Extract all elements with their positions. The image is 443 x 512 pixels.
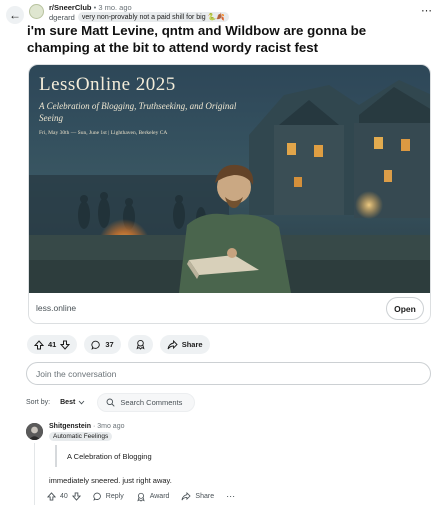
banner-dates: Fri, May 30th — Sun, June 1st | Lighthav… (39, 130, 168, 136)
comment-body: immediately sneered. just right away. (49, 476, 172, 485)
reply-button[interactable]: Reply (93, 492, 124, 501)
comment-action-bar: 40 Reply Award Share ⋯ (47, 491, 236, 502)
award-label: Award (149, 493, 170, 500)
user-flair: very non-provably not a paid shill for b… (77, 12, 229, 22)
downvote-icon[interactable] (60, 340, 71, 350)
comment-composer[interactable]: Join the conversation (26, 362, 431, 385)
banner-title: LessOnline 2025 (39, 74, 176, 95)
banner-subtitle: A Celebration of Blogging, Truthseeking,… (39, 101, 237, 123)
comments-button[interactable]: 37 (84, 335, 121, 354)
award-button[interactable] (127, 335, 153, 354)
search-icon (106, 398, 115, 407)
author-name[interactable]: dgerard (49, 13, 75, 22)
link-bar: less.online Open (29, 293, 430, 323)
comment-vote-count: 40 (60, 493, 68, 500)
comment-bubble-icon (91, 340, 101, 350)
share-label: Share (181, 340, 203, 349)
avatar-portrait-icon (26, 423, 43, 440)
chevron-down-icon (78, 400, 85, 405)
meta-separator: • (93, 3, 97, 12)
comment-quote: A Celebration of Blogging (55, 445, 152, 467)
link-preview-card[interactable]: LessOnline 2025 A Celebration of Bloggin… (28, 64, 431, 324)
back-button[interactable]: ← (6, 6, 24, 24)
composer-placeholder: Join the conversation (36, 368, 117, 379)
comment-share-button[interactable]: Share (181, 492, 214, 501)
post-action-bar: 41 37 Share (27, 335, 210, 354)
share-button[interactable]: Share (159, 335, 210, 354)
award-icon (136, 339, 145, 350)
comment-share-label: Share (195, 493, 215, 500)
sort-label: Sort by: (26, 399, 51, 406)
link-domain[interactable]: less.online (36, 303, 76, 313)
subreddit-avatar[interactable] (29, 4, 44, 19)
subreddit-name[interactable]: r/SneerClub (49, 3, 92, 12)
more-options-icon[interactable]: ⋯ (226, 491, 236, 502)
back-arrow-icon: ← (9, 8, 21, 22)
comment-avatar[interactable] (26, 423, 43, 440)
award-icon (137, 492, 145, 502)
comment-age: 3mo ago (97, 423, 125, 430)
upvote-icon[interactable] (34, 339, 44, 350)
thread-line[interactable] (34, 443, 35, 505)
comment-author[interactable]: Shitgenstein (49, 423, 91, 430)
vote-pill: 41 (27, 335, 78, 354)
more-options-icon[interactable]: ⋯ (421, 4, 433, 17)
sort-dropdown[interactable]: Best (60, 399, 85, 406)
vote-count: 41 (48, 340, 57, 349)
comment-award-button[interactable]: Award (136, 492, 170, 502)
upvote-icon[interactable] (47, 492, 56, 501)
preview-image: LessOnline 2025 A Celebration of Bloggin… (29, 65, 430, 293)
quote-text: A Celebration of Blogging (67, 451, 152, 461)
reply-label: Reply (105, 493, 124, 500)
comment-header: Shitgenstein · 3mo ago (49, 423, 125, 430)
open-link-button[interactable]: Open (386, 297, 424, 320)
comment-count: 37 (105, 340, 114, 349)
search-comments-input[interactable]: Search Comments (97, 393, 196, 412)
comment-flair: Automatic Feelings (49, 432, 113, 441)
post-title: i'm sure Matt Levine, qntm and Wildbow a… (27, 23, 367, 55)
post-meta: r/SneerClub • 3 mo. ago (49, 3, 132, 12)
search-comments-placeholder: Search Comments (120, 398, 183, 407)
share-icon (167, 339, 178, 349)
downvote-icon[interactable] (71, 492, 81, 501)
author-line: dgerard very non-provably not a paid shi… (49, 12, 229, 22)
comment-vote-group: 40 (47, 492, 81, 501)
sort-bar: Sort by: Best Search Comments (26, 393, 196, 412)
comment-bubble-icon (93, 492, 101, 501)
share-icon (181, 492, 192, 501)
post-age: 3 mo. ago (98, 3, 132, 12)
sort-value: Best (60, 399, 76, 406)
